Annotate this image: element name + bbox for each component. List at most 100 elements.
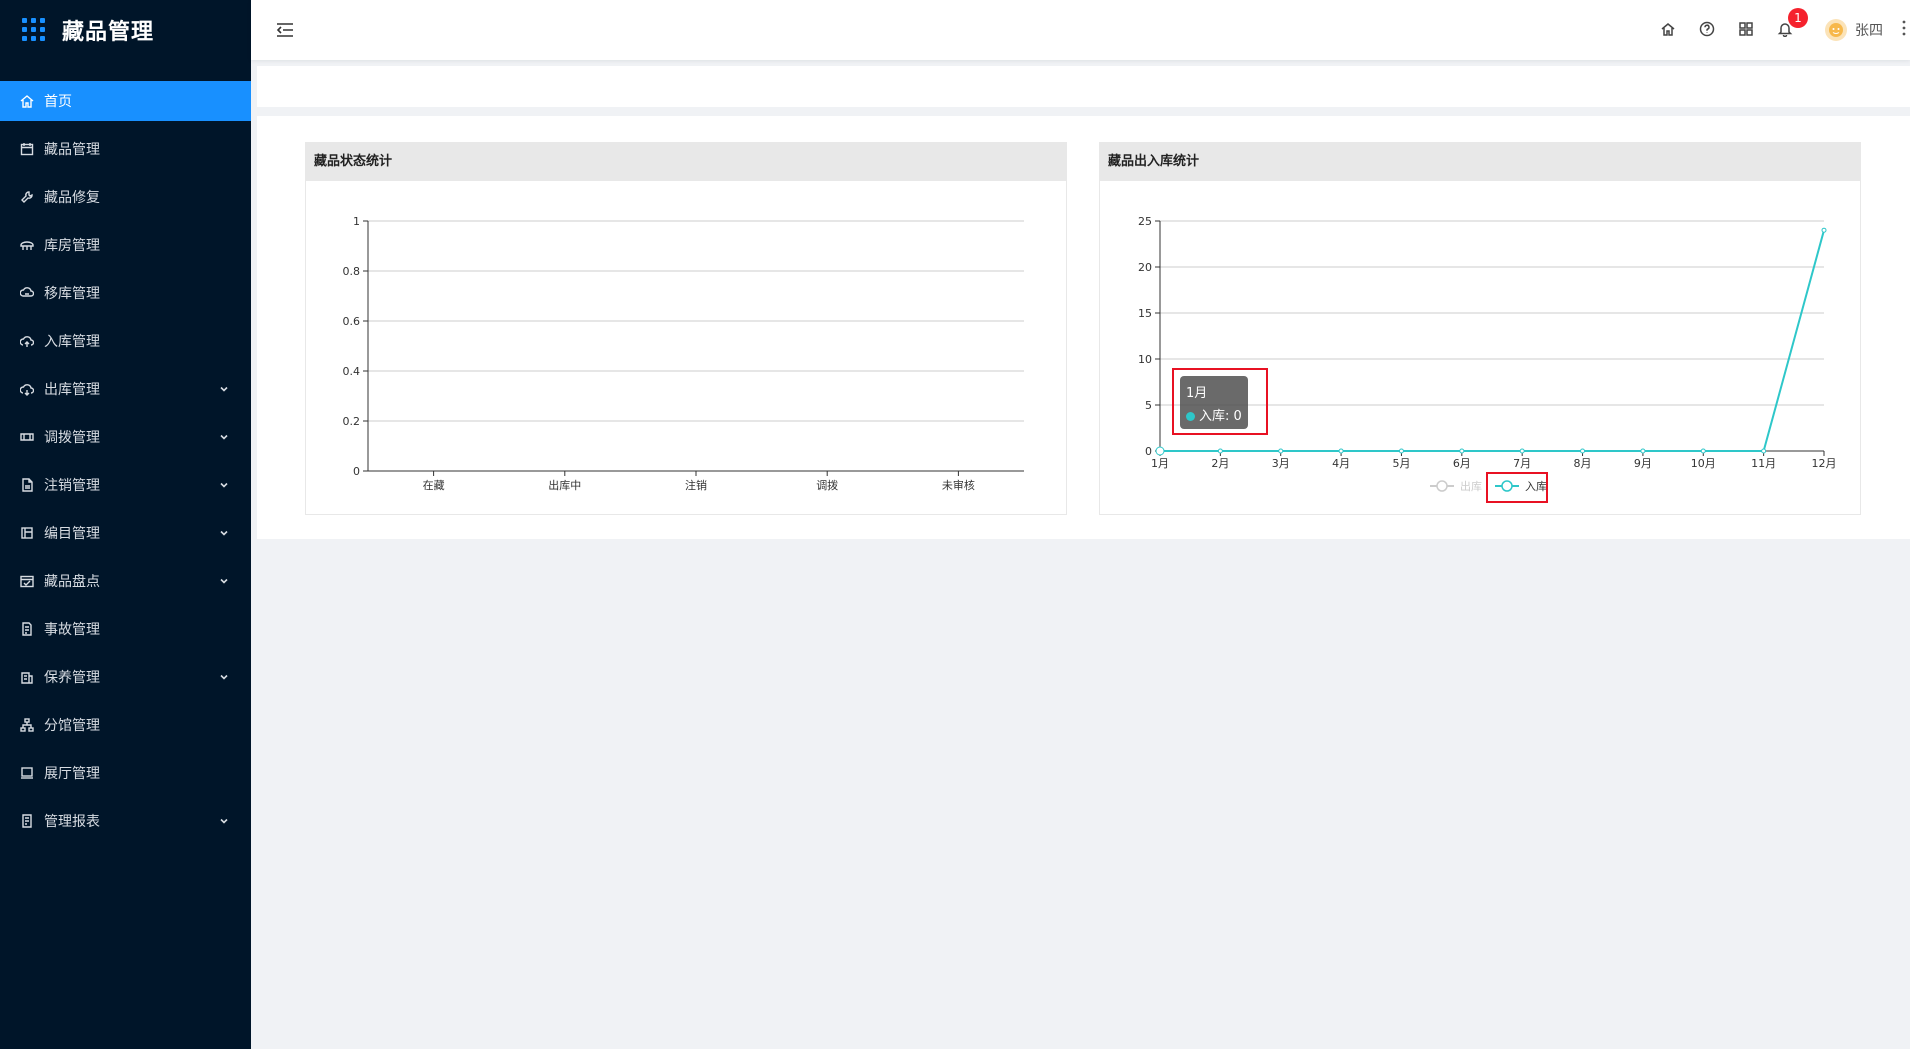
username[interactable]: 张四 (1855, 20, 1883, 40)
sidebar-item[interactable]: 首页 (0, 81, 251, 121)
home-icon (1661, 23, 1675, 36)
sidebar-item[interactable]: 藏品修复 (0, 177, 251, 217)
document-icon (19, 477, 35, 493)
sidebar-item[interactable]: 调拨管理 (0, 417, 251, 457)
chevron-down-icon (219, 478, 231, 490)
x-tick-label: 11月 (1751, 457, 1776, 470)
inventory-icon (19, 573, 35, 589)
y-tick-label: 0 (353, 465, 360, 478)
sidebar-item-label: 藏品管理 (44, 142, 100, 158)
header-home-button[interactable] (1660, 21, 1678, 39)
chevron-down-icon (219, 670, 231, 682)
y-tick-label: 1 (353, 215, 360, 228)
tab-bar (257, 66, 1910, 107)
y-tick-label: 0.2 (343, 415, 361, 428)
data-point (1217, 448, 1223, 454)
wrench-icon (19, 189, 35, 205)
sidebar-item[interactable]: 藏品管理 (0, 129, 251, 169)
warehouse-icon (19, 237, 35, 253)
x-tick-label: 调拨 (816, 478, 838, 492)
x-tick-label: 3月 (1272, 457, 1290, 470)
sidebar-item-label: 事故管理 (44, 622, 100, 638)
sidebar-item-label: 保养管理 (44, 670, 100, 686)
data-point (1821, 227, 1827, 233)
sidebar-item[interactable]: 入库管理 (0, 321, 251, 361)
cloud-download-icon (19, 381, 35, 397)
x-tick-label: 2月 (1211, 457, 1229, 470)
sidebar-item[interactable]: 注销管理 (0, 465, 251, 505)
legend-outbound-label: 出库 (1460, 479, 1482, 493)
y-tick-label: 25 (1138, 215, 1152, 228)
sidebar-item[interactable]: 展厅管理 (0, 753, 251, 793)
x-tick-label: 5月 (1392, 457, 1410, 470)
sidebar-item[interactable]: 藏品盘点 (0, 561, 251, 601)
sidebar-item-label: 调拨管理 (44, 430, 100, 446)
data-point (1580, 448, 1586, 454)
chevron-down-icon (219, 382, 231, 394)
x-tick-label: 12月 (1812, 457, 1837, 470)
logo[interactable]: 藏品管理 (0, 0, 251, 60)
sidebar: 藏品管理 首页 藏品管理 藏品修复 库房管理 移库管理 入库管理 出库管理 调拨管理 注销管理编… (0, 0, 251, 1049)
status-chart-card: 藏品状态统计 0 0.2 0.4 0.6 0.8 1 在藏 出库中 注销 调拨 未审核 (305, 142, 1067, 515)
data-point (1398, 448, 1404, 454)
notification-badge: 1 (1788, 8, 1808, 28)
sidebar-item-label: 分馆管理 (44, 718, 100, 734)
legend-highlight-box (1486, 472, 1548, 503)
x-tick-label: 1月 (1151, 457, 1169, 470)
help-icon (1699, 21, 1715, 37)
chevron-down-icon (219, 526, 231, 538)
calendar-icon (19, 141, 35, 157)
sidebar-item-label: 首页 (44, 94, 72, 110)
help-button[interactable] (1699, 21, 1717, 39)
x-tick-label: 9月 (1634, 457, 1652, 470)
sidebar-item-label: 注销管理 (44, 478, 100, 494)
cloud-upload-icon (19, 333, 35, 349)
data-point (1700, 448, 1706, 454)
x-tick-label: 10月 (1691, 457, 1716, 470)
maintenance-icon (19, 669, 35, 685)
x-tick-label: 6月 (1453, 457, 1471, 470)
apps-button[interactable] (1738, 21, 1756, 39)
sidebar-item[interactable]: 编目管理 (0, 513, 251, 553)
sidebar-item-label: 藏品修复 (44, 190, 100, 206)
tooltip-series-dot (1186, 412, 1195, 421)
sidebar-item-label: 出库管理 (44, 382, 100, 398)
incident-icon (19, 621, 35, 637)
sidebar-item-label: 展厅管理 (44, 766, 100, 782)
top-header: 1 张四 (251, 0, 1910, 60)
x-tick-label: 出库中 (548, 478, 581, 492)
sidebar-item-label: 库房管理 (44, 238, 100, 254)
y-tick-label: 0.4 (343, 365, 361, 378)
y-tick-label: 0.8 (343, 265, 361, 278)
apps-icon (1739, 22, 1753, 36)
inout-chart-card: 藏品出入库统计 0 5 10 15 20 25 1月 2月 3月 4月 5月 6月 7月 8月 9月 10月 1… (1099, 142, 1861, 515)
data-point (1338, 448, 1344, 454)
x-tick-label: 7月 (1513, 457, 1531, 470)
sidebar-item[interactable]: 移库管理 (0, 273, 251, 313)
sidebar-item-label: 管理报表 (44, 814, 100, 830)
data-point (1640, 448, 1646, 454)
sidebar-item[interactable]: 保养管理 (0, 657, 251, 697)
more-options-button[interactable] (1901, 18, 1907, 38)
user-avatar-icon (1829, 23, 1843, 37)
avatar[interactable] (1825, 19, 1847, 41)
x-tick-label: 未审核 (942, 478, 975, 492)
sidebar-item[interactable]: 库房管理 (0, 225, 251, 265)
display-icon (19, 765, 35, 781)
x-tick-label: 在藏 (423, 479, 445, 492)
sidebar-item[interactable]: 事故管理 (0, 609, 251, 649)
sidebar-item[interactable]: 出库管理 (0, 369, 251, 409)
swap-icon (19, 429, 35, 445)
sidebar-item-label: 编目管理 (44, 526, 100, 542)
chevron-down-icon (219, 430, 231, 442)
status-chart-title: 藏品状态统计 (306, 143, 1066, 181)
chevron-down-icon (219, 814, 231, 826)
sidebar-item-label: 藏品盘点 (44, 574, 100, 590)
sidebar-item[interactable]: 分馆管理 (0, 705, 251, 745)
sidebar-item[interactable]: 管理报表 (0, 801, 251, 841)
x-tick-label: 注销 (685, 478, 707, 492)
collapse-menu-button[interactable] (275, 20, 295, 40)
menu-fold-icon (276, 23, 293, 37)
y-tick-label: 10 (1138, 353, 1152, 366)
tooltip-title: 1月 (1186, 386, 1208, 401)
